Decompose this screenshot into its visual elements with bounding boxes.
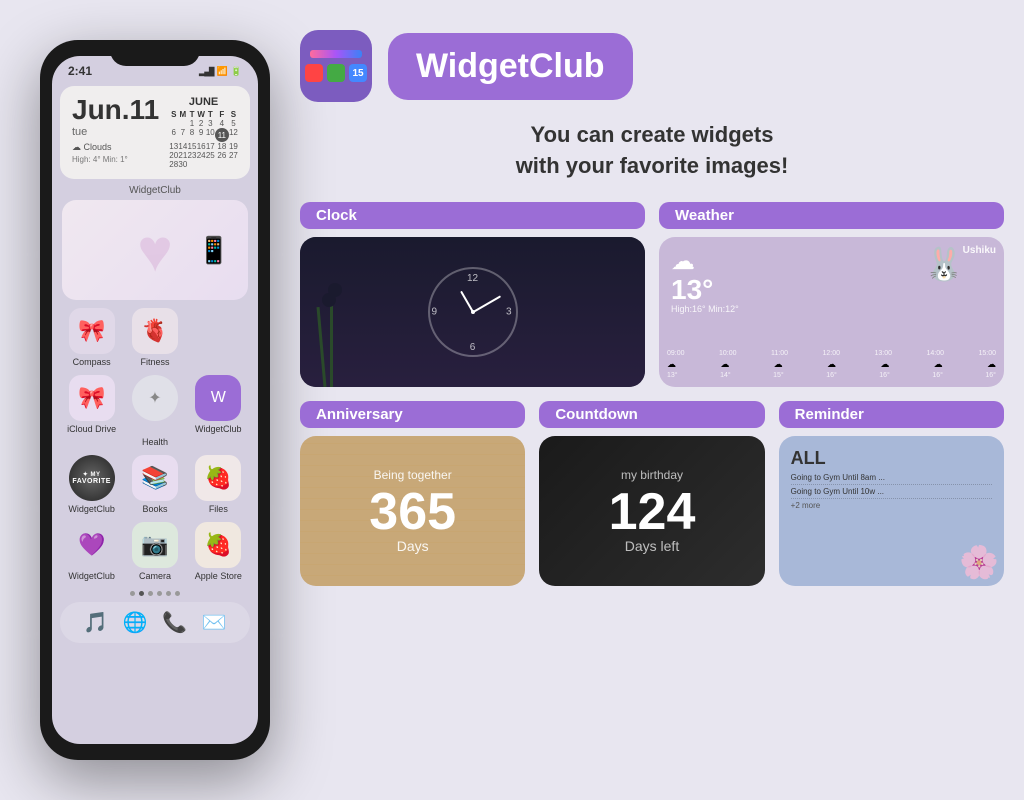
countdown-widget-col: Countdown my birthday 124 Days left xyxy=(539,401,764,586)
countdown-number: 124 xyxy=(609,486,696,538)
weather-timeline: 09:00 10:00 11:00 12:00 13:00 14:00 15:0… xyxy=(667,350,996,379)
health-icon: ✦ xyxy=(132,375,178,421)
anniversary-sub-text: Being together xyxy=(374,468,452,482)
app-files[interactable]: 🍓 Files xyxy=(191,455,246,514)
clock-label: Clock xyxy=(300,202,645,229)
app-widgetclub-2[interactable]: W WidgetClub xyxy=(191,375,246,447)
weather-label: Weather xyxy=(659,202,1004,229)
right-panel: 15 WidgetClub You can create widgets wit… xyxy=(300,30,1004,586)
app-books[interactable]: 📚 Books xyxy=(127,455,182,514)
weather-location: Ushiku xyxy=(963,245,996,256)
countdown-preview: my birthday 124 Days left xyxy=(539,436,764,586)
weather-preview: ☁ 13° High:16° Min:12° Ushiku 🐰 09:00 10… xyxy=(659,237,1004,387)
battery-icon: 🔋 xyxy=(231,66,242,77)
clock-3: 3 xyxy=(506,306,512,317)
countdown-sub-text: my birthday xyxy=(621,468,683,482)
cal-right: JUNE S M T W T F S 1 2 3 4 xyxy=(169,96,238,169)
weather-widget-col: Weather ☁ 13° High:16° Min:12° Ushiku 🐰 … xyxy=(659,202,1004,387)
phone-screen: 2:41 ▂▄█ 📶 🔋 Jun.11 tue ☁ Clouds High: 4… xyxy=(52,56,258,744)
cal-month: JUNE xyxy=(169,96,238,108)
dock-phone[interactable]: 📞 xyxy=(162,610,187,635)
phone-frame: 2:41 ▂▄█ 📶 🔋 Jun.11 tue ☁ Clouds High: 4… xyxy=(40,40,270,760)
reminder-item-1: Going to Gym Until 8am ... xyxy=(791,473,992,485)
app-fitness[interactable]: 🫀 Fitness xyxy=(127,308,182,367)
app-heart-cam[interactable]: 💜 WidgetClub xyxy=(64,522,119,581)
fitness-icon: 🫀 xyxy=(132,308,178,354)
anniversary-widget-col: Anniversary Being together 365 Days xyxy=(300,401,525,586)
cal-grid: S M T W T F S 1 2 3 4 5 6 xyxy=(169,110,238,169)
countdown-unit: Days left xyxy=(625,538,679,554)
clock-9: 9 xyxy=(432,306,438,317)
phone-mockup: 2:41 ▂▄█ 📶 🔋 Jun.11 tue ☁ Clouds High: 4… xyxy=(40,40,270,760)
clock-hand-min xyxy=(472,295,500,312)
reminder-label: Reminder xyxy=(779,401,1004,428)
phone-decoration: 📱 xyxy=(198,235,230,266)
bunny-icon: 🐰 xyxy=(924,245,964,283)
page-dots xyxy=(52,591,258,596)
reminder-item-2: Going to Gym Until 10w ... xyxy=(791,487,992,499)
weather-highlow: High:16° Min:12° xyxy=(671,304,739,314)
favorite-icon: ✦ MY FAVORITE xyxy=(69,455,115,501)
dock: 🎵 🌐 📞 ✉️ xyxy=(60,602,250,643)
clock-widget-col: Clock 12 3 6 9 xyxy=(300,202,645,387)
clock-face: 12 3 6 9 xyxy=(428,267,518,357)
compass-icon: 🎀 xyxy=(69,308,115,354)
feature-widget: ♥ 📱 xyxy=(62,200,248,300)
app-grid: 🎀 Compass 🫀 Fitness 🎀 xyxy=(52,304,258,585)
cal-day: tue xyxy=(72,126,159,138)
calendar-widget: Jun.11 tue ☁ Clouds High: 4° Min: 1° JUN… xyxy=(60,86,250,179)
app-camera[interactable]: 📷 Camera xyxy=(127,522,182,581)
app-widgetclub-1[interactable] xyxy=(191,308,246,367)
apple-store-icon: 🍓 xyxy=(195,522,241,568)
reminder-preview: ALL Going to Gym Until 8am ... Going to … xyxy=(779,436,1004,586)
dock-music[interactable]: 🎵 xyxy=(83,610,108,635)
heart-decoration: ♥ xyxy=(137,216,173,285)
cal-weather: ☁ Clouds High: 4° Min: 1° xyxy=(72,142,159,164)
reminder-widget-col: Reminder ALL Going to Gym Until 8am ... … xyxy=(779,401,1004,586)
clock-preview: 12 3 6 9 xyxy=(300,237,645,387)
anniversary-preview: Being together 365 Days xyxy=(300,436,525,586)
app-health[interactable]: ✦ Clock Health xyxy=(127,375,182,447)
status-icons: ▂▄█ 📶 🔋 xyxy=(199,66,242,77)
anniversary-unit: Days xyxy=(397,538,429,554)
app-icon-large: 15 xyxy=(300,30,372,102)
dock-browser[interactable]: 🌐 xyxy=(123,610,148,635)
countdown-label: Countdown xyxy=(539,401,764,428)
clock-6: 6 xyxy=(470,342,476,353)
reminder-more: +2 more xyxy=(791,501,992,510)
app-name: WidgetClub xyxy=(416,47,605,86)
tagline: You can create widgets with your favorit… xyxy=(300,120,1004,182)
widgetclub-1-icon xyxy=(195,308,241,354)
wifi-icon: 📶 xyxy=(217,66,228,77)
camera-icon: 📷 xyxy=(132,522,178,568)
anniversary-label: Anniversary xyxy=(300,401,525,428)
books-icon: 📚 xyxy=(132,455,178,501)
clock-hand-hour xyxy=(460,290,474,312)
clock-12: 12 xyxy=(467,273,478,284)
cal-left: Jun.11 tue ☁ Clouds High: 4° Min: 1° xyxy=(72,96,159,169)
dock-mail[interactable]: ✉️ xyxy=(202,610,227,635)
icloud-icon: 🎀 xyxy=(69,375,115,421)
cal-date: Jun.11 xyxy=(72,96,159,124)
app-apple-store[interactable]: 🍓 Apple Store xyxy=(191,522,246,581)
widget-row-2: Anniversary Being together 365 Days Coun… xyxy=(300,401,1004,586)
app-favorite[interactable]: ✦ MY FAVORITE WidgetClub xyxy=(64,455,119,514)
reminder-title: ALL xyxy=(791,448,992,469)
widget-row-1: Clock 12 3 6 9 xyxy=(300,202,1004,387)
weather-temp: 13° xyxy=(671,276,739,304)
signal-icon: ▂▄█ xyxy=(199,67,214,76)
app-name-badge: WidgetClub xyxy=(388,33,633,100)
app-icloud[interactable]: 🎀 iCloud Drive xyxy=(64,375,119,447)
clock-time: 2:41 xyxy=(68,64,92,78)
anniversary-number: 365 xyxy=(369,486,456,538)
heart-cam-icon: 💜 xyxy=(69,522,115,568)
widgetclub-2-icon: W xyxy=(195,375,241,421)
app-header: 15 WidgetClub xyxy=(300,30,1004,102)
files-icon: 🍓 xyxy=(195,455,241,501)
weather-cloud-icon: ☁ xyxy=(671,247,739,276)
widgetclub-sub-label: WidgetClub xyxy=(52,185,258,196)
phone-notch xyxy=(110,40,200,66)
app-compass[interactable]: 🎀 Compass xyxy=(64,308,119,367)
flower-icon: 🌸 xyxy=(959,543,999,581)
